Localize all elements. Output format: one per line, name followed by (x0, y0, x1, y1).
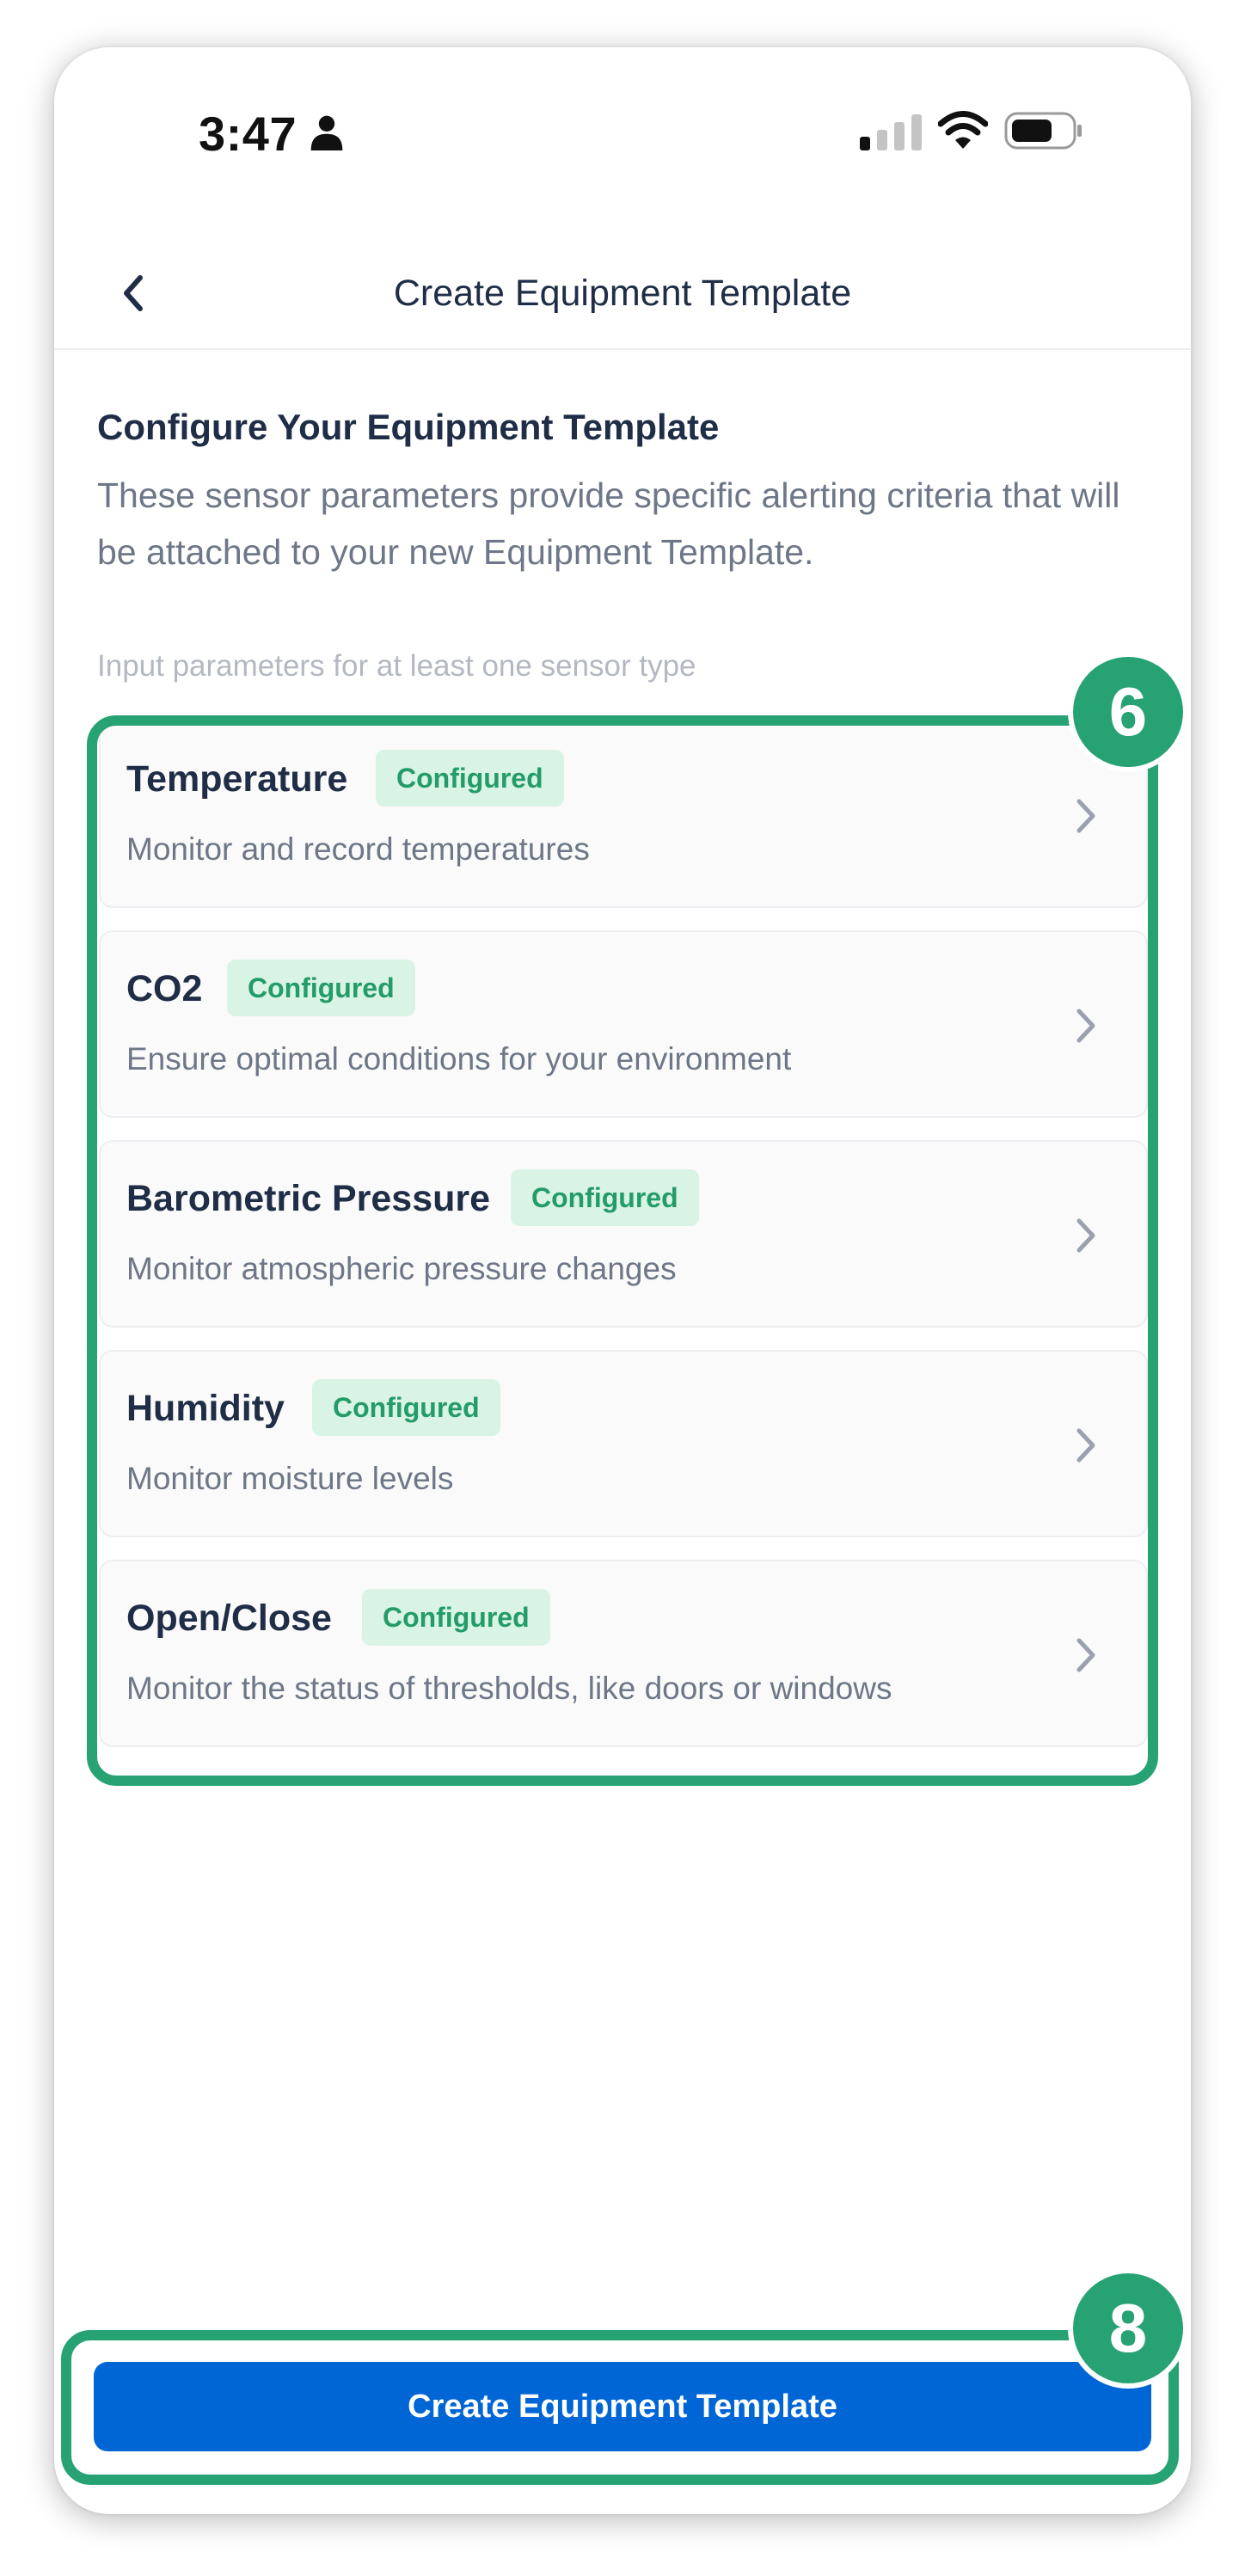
chevron-right-icon (1076, 1428, 1095, 1463)
hint-text: Input parameters for at least one sensor… (97, 649, 696, 683)
configured-badge: Configured (312, 1379, 500, 1436)
sensor-description: Monitor the status of thresholds, like d… (126, 1671, 892, 1706)
battery-icon (1004, 112, 1082, 150)
sensor-description: Monitor moisture levels (126, 1461, 454, 1496)
sensor-card-co2[interactable]: CO2 Configured Ensure optimal conditions… (99, 930, 1148, 1118)
configured-badge: Configured (362, 1589, 550, 1646)
configured-badge: Configured (511, 1169, 699, 1226)
page-title: Create Equipment Template (393, 273, 852, 314)
sensor-card-barometric-pressure[interactable]: Barometric Pressure Configured Monitor a… (99, 1140, 1148, 1328)
annotation-step-badge: 8 (1068, 2268, 1188, 2389)
chevron-right-icon (1076, 1638, 1095, 1672)
sensor-name: CO2 (126, 968, 203, 1009)
create-equipment-template-button[interactable]: Create Equipment Template (94, 2362, 1151, 2451)
wifi-icon (938, 111, 988, 149)
status-time: 3:47 (199, 107, 297, 161)
sensor-name: Temperature (126, 758, 348, 800)
section-description: These sensor parameters provide specific… (97, 475, 1120, 572)
sensor-description: Monitor atmospheric pressure changes (126, 1251, 677, 1286)
sensor-name: Barometric Pressure (126, 1178, 491, 1219)
chevron-right-icon (1076, 1009, 1095, 1043)
section-title: Configure Your Equipment Template (97, 407, 720, 447)
sensor-description: Monitor and record temperatures (126, 831, 590, 867)
sensor-card-open-close[interactable]: Open/Close Configured Monitor the status… (99, 1560, 1148, 1747)
annotation-step-badge: 6 (1068, 652, 1188, 772)
phone-screen: 3:47 Create Equipment Template Configure… (54, 47, 1191, 2514)
configured-badge: Configured (227, 960, 415, 1016)
person-icon (310, 115, 343, 150)
configured-badge: Configured (376, 750, 564, 807)
chevron-right-icon (1076, 799, 1095, 833)
sensor-card-temperature[interactable]: Temperature Configured Monitor and recor… (99, 721, 1148, 908)
chevron-right-icon (1076, 1218, 1095, 1253)
sensor-name: Open/Close (126, 1598, 332, 1639)
sensor-description: Ensure optimal conditions for your envir… (126, 1041, 792, 1076)
sensor-card-humidity[interactable]: Humidity Configured Monitor moisture lev… (99, 1350, 1148, 1537)
header-divider (54, 348, 1191, 350)
sensor-name: Humidity (126, 1388, 285, 1429)
cellular-signal-icon (860, 114, 922, 150)
